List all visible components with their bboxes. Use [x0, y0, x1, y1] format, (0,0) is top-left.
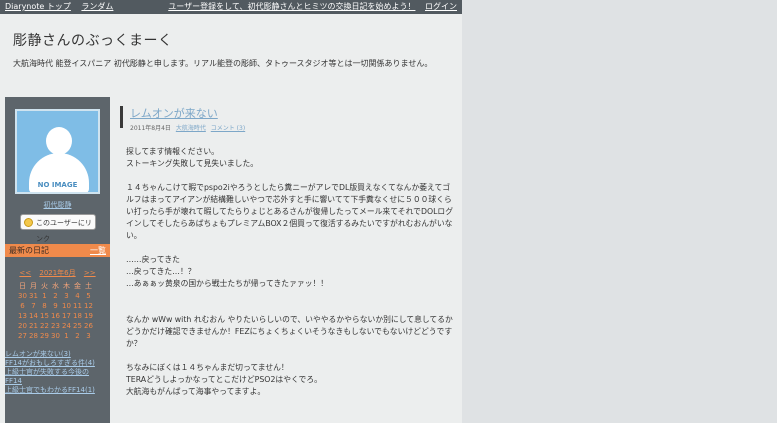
recent-entry-link[interactable]: レムオンが来ない(3): [5, 350, 103, 359]
calendar-day: 20: [18, 322, 27, 330]
random-link[interactable]: ランダム: [81, 2, 113, 11]
login-link[interactable]: ログイン: [425, 2, 457, 11]
calendar-day: 8: [42, 302, 47, 310]
calendar-day: 17: [62, 312, 71, 320]
main-content: レムオンが来ない 2011年8月4日 大航海時代 コメント (3) 探してます情…: [118, 97, 462, 423]
avatar-placeholder-text: NO IMAGE: [37, 181, 78, 189]
entry-paragraph: 探してます情報ください。 ストーキング失敗して見失いました。: [126, 147, 259, 168]
calendar-day: 28: [29, 332, 38, 340]
calendar-week-row: 27 28 29 30 1 2 3: [17, 331, 94, 341]
calendar-day: 27: [18, 332, 27, 340]
entry-date: 2011年8月4日: [130, 125, 171, 132]
calendar-day: 30: [51, 332, 60, 340]
entry-title-link[interactable]: レムオンが来ない: [130, 105, 218, 121]
calendar-day: 2: [75, 332, 80, 340]
calendar-day: 21: [29, 322, 38, 330]
avatar[interactable]: NO IMAGE: [15, 109, 100, 194]
entry-category-link[interactable]: 大航海時代: [176, 125, 206, 132]
link-to-user-button[interactable]: このユーザーにリンク: [20, 214, 96, 243]
calendar-day: 11: [73, 302, 82, 310]
calendar: 日 月 火 水 木 金 土 30 31 1 2 3 4 5 6 7 8 9 10…: [17, 281, 94, 341]
calendar-day: 31: [29, 292, 38, 300]
calendar-weekday: 月: [30, 282, 37, 290]
calendar-day: 7: [31, 302, 36, 310]
entry-paragraph: １４ちゃんこけて暇でpspo2iやろうとしたら糞ニーがアレでDL版買えなくてなん…: [126, 183, 454, 240]
calendar-day: 2: [53, 292, 58, 300]
calendar-day: 19: [84, 312, 93, 320]
calendar-day: 30: [18, 292, 27, 300]
calendar-day: 18: [73, 312, 82, 320]
calendar-week-row: 13 14 15 16 17 18 19: [17, 311, 94, 321]
calendar-day: 25: [73, 322, 82, 330]
link-to-user-label: このユーザーにリンク: [36, 219, 92, 243]
calendar-day: 22: [40, 322, 49, 330]
calendar-navigation: << 2021年6月 >>: [5, 268, 110, 278]
page: Diarynote トップ ランダム ユーザー登録をして、初代彫静さんとヒミツの…: [0, 0, 462, 423]
calendar-day: 9: [53, 302, 58, 310]
blog-header: [0, 14, 462, 94]
recent-entries-list: レムオンが来ない(3) FF14がおもしろすぎる件(4) 上級士官が失敗する今後…: [5, 350, 103, 395]
recent-entry-link[interactable]: FF14がおもしろすぎる件(4): [5, 359, 103, 368]
calendar-next-link[interactable]: >>: [84, 269, 96, 277]
calendar-day: 29: [40, 332, 49, 340]
latest-diary-title: 最新の日記: [9, 246, 49, 255]
calendar-weekday: 火: [41, 282, 48, 290]
recent-entry-link[interactable]: 上級士官が失敗する今後の FF14: [5, 368, 103, 386]
calendar-weekday: 金: [74, 282, 81, 290]
calendar-day: 3: [64, 292, 69, 300]
calendar-weekday: 日: [19, 282, 26, 290]
avatar-silhouette-head: [46, 127, 72, 155]
calendar-day: 3: [86, 332, 91, 340]
top-nav-right: ユーザー登録をして、初代彫静さんとヒミツの交換日記を始めよう！ ログイン: [161, 0, 457, 14]
signup-link[interactable]: ユーザー登録をして、初代彫静さんとヒミツの交換日記を始めよう！: [168, 2, 415, 11]
diarynote-top-link[interactable]: Diarynote トップ: [5, 2, 71, 11]
calendar-week-row: 30 31 1 2 3 4 5: [17, 291, 94, 301]
calendar-weekday: 木: [63, 282, 70, 290]
entry-body: 探してます情報ください。 ストーキング失敗して見失いました。 １４ちゃんこけて暇…: [126, 146, 456, 398]
calendar-day: 4: [75, 292, 80, 300]
calendar-header-row: 日 月 火 水 木 金 土: [17, 281, 94, 291]
top-nav-left: Diarynote トップ ランダム: [5, 0, 121, 14]
diary-list-link[interactable]: 一覧: [90, 244, 106, 257]
entry-paragraph: ちなみにぼくは１４ちゃんまだ切ってません！ TERAどうしよっかなってとこだけど…: [126, 363, 322, 396]
calendar-day: 6: [20, 302, 25, 310]
calendar-week-row: 20 21 22 23 24 25 26: [17, 321, 94, 331]
entry-meta: 2011年8月4日 大航海時代 コメント (3): [130, 123, 245, 132]
calendar-day: 1: [64, 332, 69, 340]
calendar-day: 1: [42, 292, 47, 300]
blog-title[interactable]: 彫静さんのぶっくまーく: [13, 30, 173, 50]
top-navigation-bar: Diarynote トップ ランダム ユーザー登録をして、初代彫静さんとヒミツの…: [0, 0, 462, 14]
calendar-day: 23: [51, 322, 60, 330]
calendar-day: 24: [62, 322, 71, 330]
calendar-day: 15: [40, 312, 49, 320]
calendar-day: 5: [86, 292, 91, 300]
blog-description: 大航海時代 能登イスパニア 初代彫静と申します。リアル能登の彫師、タトゥースタジ…: [13, 59, 433, 68]
profile-username-link[interactable]: 初代彫静: [5, 200, 110, 210]
entry-paragraph: なんか wWw with れむおん やりたいらしいので、いややるかやらないか別に…: [126, 315, 453, 348]
calendar-day: 14: [29, 312, 38, 320]
latest-diary-header: 最新の日記 一覧: [5, 244, 110, 257]
calendar-prev-link[interactable]: <<: [19, 269, 31, 277]
calendar-day: 10: [62, 302, 71, 310]
calendar-day: 16: [51, 312, 60, 320]
calendar-weekday: 水: [52, 282, 59, 290]
calendar-week-row: 6 7 8 9 10 11 12: [17, 301, 94, 311]
calendar-month-link[interactable]: 2021年6月: [39, 269, 75, 277]
entry-comments-link[interactable]: コメント (3): [211, 125, 245, 132]
calendar-day: 13: [18, 312, 27, 320]
calendar-weekday: 土: [85, 282, 92, 290]
calendar-day: 12: [84, 302, 93, 310]
smiley-icon: [24, 218, 33, 227]
recent-entry-link[interactable]: 上級士官でもわかるFF14(1): [5, 386, 103, 395]
calendar-day: 26: [84, 322, 93, 330]
entry-paragraph: ……戻ってきた …戻ってきた…！？ …あぁぁッ黄泉の国から戦士たちが帰ってきたァ…: [126, 255, 329, 288]
entry-title-accent-bar: [120, 106, 123, 128]
